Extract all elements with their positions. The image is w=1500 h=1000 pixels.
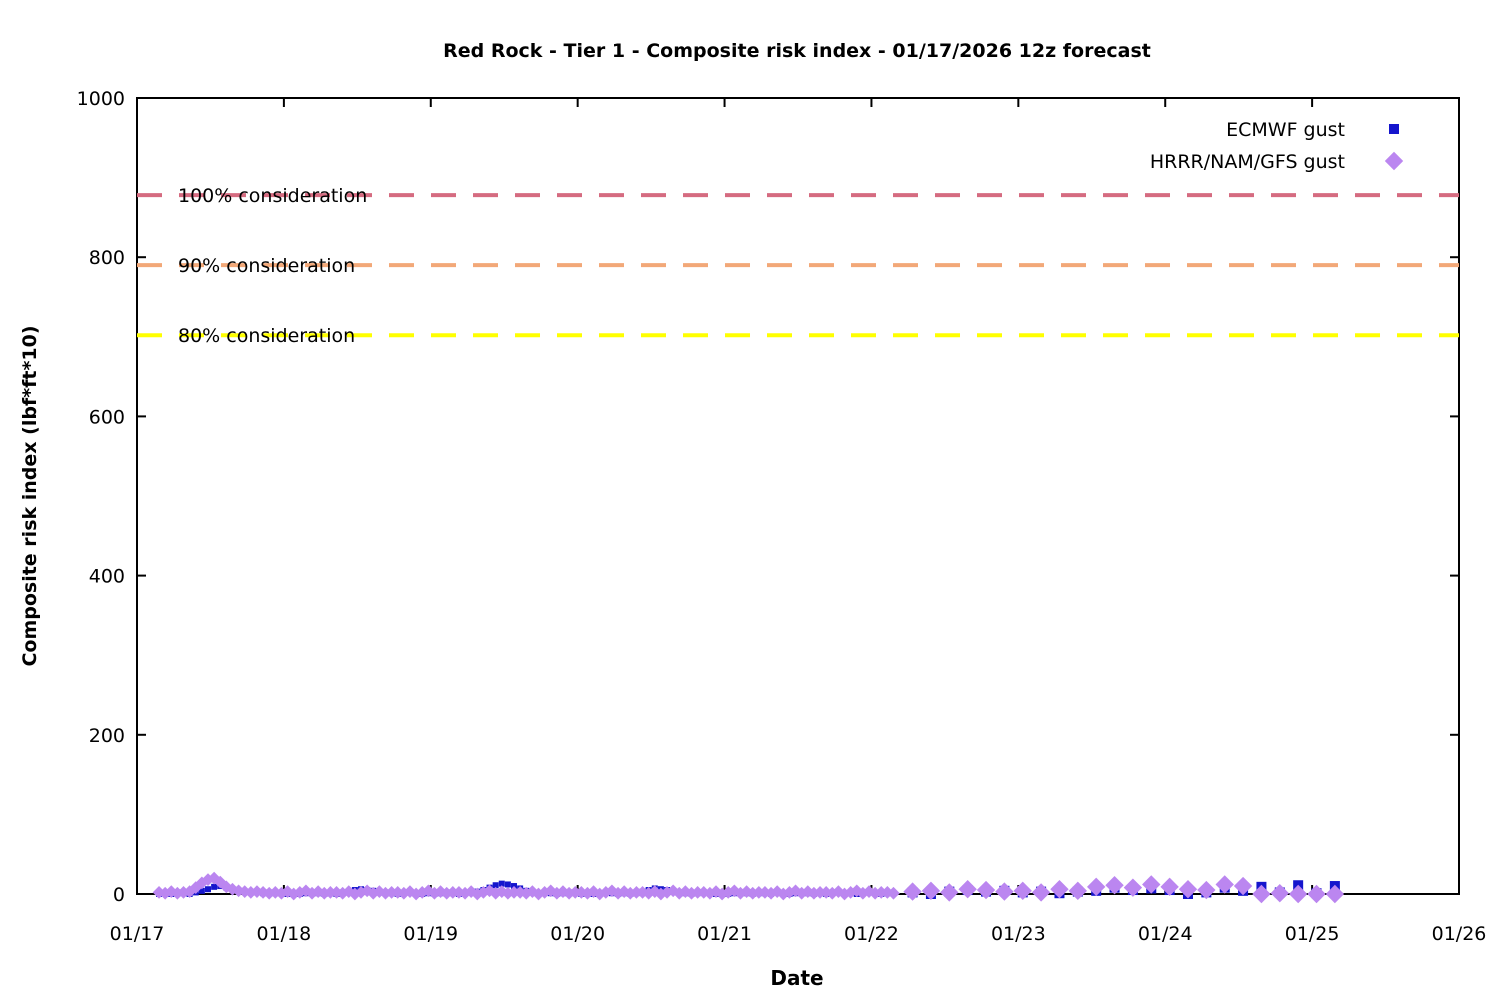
data-point [1142, 875, 1161, 894]
data-point [1252, 884, 1271, 904]
x-tick-label: 01/18 [257, 923, 312, 945]
data-point [995, 882, 1014, 901]
threshold-label-80pct: 80% consideration [178, 325, 355, 347]
data-point [940, 883, 959, 902]
data-point [1178, 880, 1198, 899]
data-point [958, 880, 977, 899]
legend-marker-hrrr-nam-gfs [1384, 151, 1404, 171]
data-point [1215, 875, 1234, 894]
legend-label-hrrr-nam-gfs: HRRR/NAM/GFS gust [1150, 151, 1345, 173]
series-hrrr-nam-gfs [152, 871, 1345, 904]
data-point [211, 883, 218, 890]
data-point [1197, 880, 1216, 900]
y-tick-label: 1000 [77, 88, 125, 110]
data-point [1050, 880, 1069, 899]
y-tick-label: 200 [89, 725, 125, 747]
legend-marker-ecmwf [1389, 124, 1399, 134]
x-tick-label: 01/25 [1285, 923, 1340, 945]
legend-label-ecmwf: ECMWF gust [1226, 119, 1345, 141]
x-tick-label: 01/21 [697, 923, 752, 945]
chart-title: Red Rock - Tier 1 - Composite risk index… [443, 40, 1151, 62]
data-point [976, 880, 996, 900]
chart-canvas: 01/17 01/18 01/19 01/20 01/21 01/22 01/23 01/24… [19, 40, 1487, 990]
x-axis-label: Date [770, 966, 823, 990]
data-point [921, 881, 941, 901]
y-tick-label: 800 [89, 247, 125, 269]
x-tick-label: 01/24 [1138, 923, 1193, 945]
data-point [1325, 884, 1345, 904]
chart: 01/17 01/18 01/19 01/20 01/21 01/22 01/23 01/24… [0, 0, 1500, 1000]
x-tick-label: 01/19 [403, 923, 458, 945]
threshold-label-90pct: 90% consideration [178, 255, 355, 277]
data-point [1013, 881, 1032, 901]
y-tick-label: 600 [89, 406, 125, 428]
x-tick-label: 01/23 [991, 923, 1046, 945]
y-tick-label: 400 [89, 566, 125, 588]
data-point [1031, 883, 1051, 902]
data-point [1270, 884, 1289, 903]
y-tick-label: 0 [113, 884, 125, 906]
x-tick-label: 01/17 [110, 923, 165, 945]
threshold-label-100pct: 100% consideration [178, 185, 367, 207]
data-point [1105, 876, 1124, 895]
y-axis-label: Composite risk index (lbf*ft*10) [19, 325, 41, 666]
x-tick-label: 01/20 [550, 923, 605, 945]
data-point [1233, 876, 1253, 896]
x-tick-label: 01/22 [844, 923, 899, 945]
data-point [1288, 884, 1308, 904]
x-tick-label: 01/26 [1432, 923, 1487, 945]
plot-border [136, 97, 1460, 895]
data-point [504, 881, 511, 888]
data-point [1068, 881, 1088, 901]
data-point [204, 886, 211, 893]
data-point [1307, 884, 1326, 904]
data-point [903, 882, 922, 901]
